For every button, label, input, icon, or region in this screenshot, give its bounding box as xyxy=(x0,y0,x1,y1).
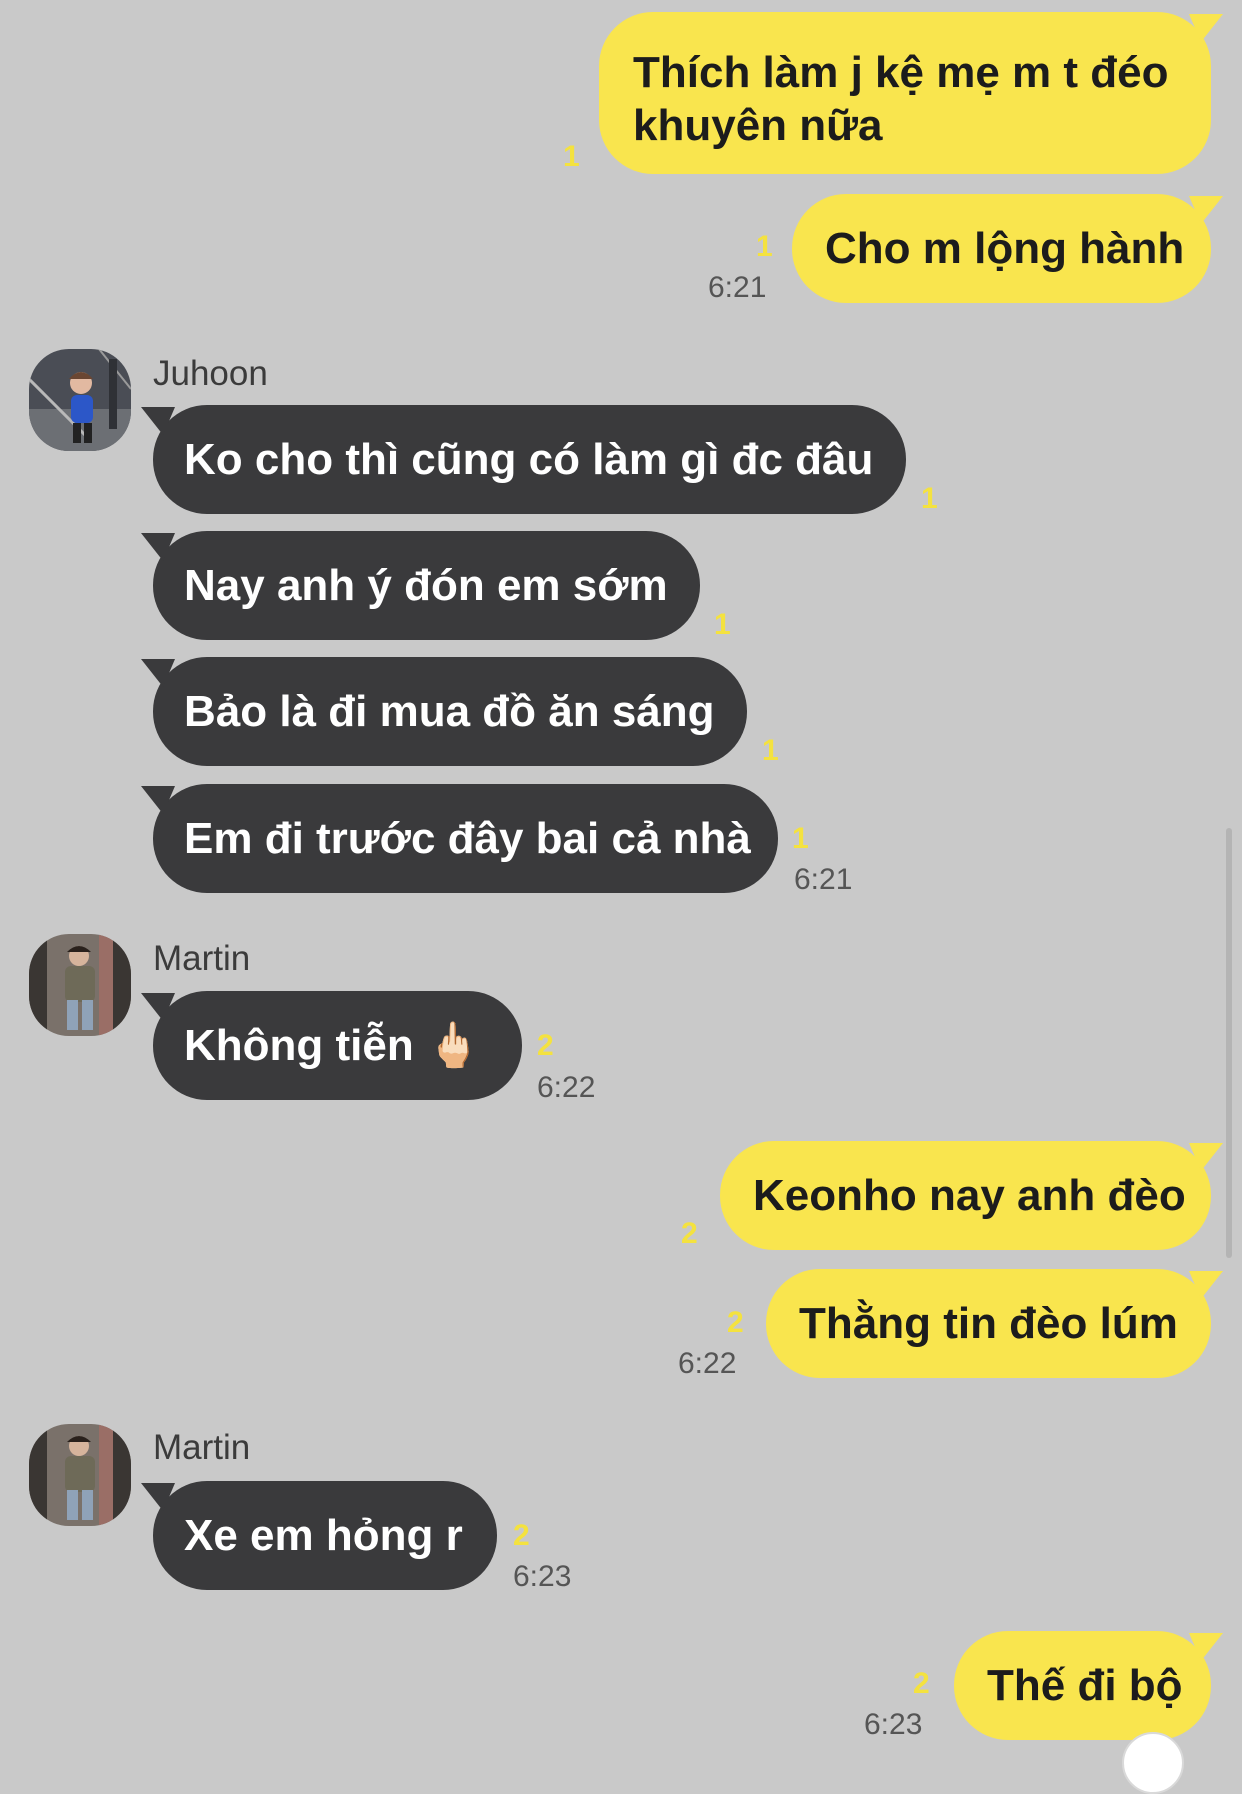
sender-name: Martin xyxy=(153,1428,251,1467)
message-timestamp: 6:21 xyxy=(708,271,767,304)
message-text: Nay anh ý đón em sớm xyxy=(184,561,668,610)
unread-count: 2 xyxy=(727,1306,744,1339)
scroll-to-bottom-button[interactable] xyxy=(1122,1732,1184,1794)
message-timestamp: 6:23 xyxy=(864,1708,923,1741)
message-text: Thằng tin đèo lúm xyxy=(799,1299,1178,1348)
incoming-message-bubble[interactable]: Ko cho thì cũng có làm gì đc đâu xyxy=(153,405,906,514)
juhoon-avatar[interactable] xyxy=(29,349,131,451)
unread-count: 2 xyxy=(537,1029,554,1062)
incoming-message-bubble[interactable]: Nay anh ý đón em sớm xyxy=(153,531,700,640)
message-text: Keonho nay anh đèo xyxy=(753,1171,1186,1220)
message-text-line: Thích làm j kệ mẹ m t đéo xyxy=(633,48,1169,97)
unread-count: 1 xyxy=(714,608,731,641)
sender-name: Juhoon xyxy=(153,354,268,393)
scrollbar[interactable] xyxy=(1226,828,1232,1258)
message-timestamp: 6:22 xyxy=(537,1071,596,1104)
message-timestamp: 6:23 xyxy=(513,1560,572,1593)
outgoing-message-bubble[interactable]: Thích làm j kệ mẹ m t đéo khuyên nữa xyxy=(599,12,1211,174)
message-timestamp: 6:22 xyxy=(678,1347,737,1380)
message-text: Không tiễn 🖕🏻 xyxy=(184,1021,481,1070)
unread-count: 2 xyxy=(913,1667,930,1700)
avatar-photo xyxy=(29,934,131,1036)
sender-name: Martin xyxy=(153,939,251,978)
message-timestamp: 6:21 xyxy=(794,863,853,896)
incoming-message-bubble[interactable]: Không tiễn 🖕🏻 xyxy=(153,991,522,1100)
unread-count: 1 xyxy=(756,230,773,263)
unread-count: 1 xyxy=(792,822,809,855)
martin-avatar[interactable] xyxy=(29,934,131,1036)
outgoing-message-bubble[interactable]: Thằng tin đèo lúm xyxy=(766,1269,1211,1378)
unread-count: 2 xyxy=(513,1519,530,1552)
message-text: Ko cho thì cũng có làm gì đc đâu xyxy=(184,435,874,484)
incoming-message-bubble[interactable]: Bảo là đi mua đồ ăn sáng xyxy=(153,657,747,766)
incoming-message-bubble[interactable]: Xe em hỏng r xyxy=(153,1481,497,1590)
chat-message-list[interactable]: Thích làm j kệ mẹ m t đéo khuyên nữa 1 C… xyxy=(0,0,1242,1794)
unread-count: 1 xyxy=(921,482,938,515)
outgoing-message-bubble[interactable]: Keonho nay anh đèo xyxy=(720,1141,1211,1250)
martin-avatar[interactable] xyxy=(29,1424,131,1526)
unread-count: 1 xyxy=(762,734,779,767)
message-text: Xe em hỏng r xyxy=(184,1511,463,1560)
message-text: Em đi trước đây bai cả nhà xyxy=(184,814,751,863)
avatar-photo xyxy=(29,349,131,451)
unread-count: 1 xyxy=(563,140,580,173)
outgoing-message-bubble[interactable]: Cho m lộng hành xyxy=(792,194,1211,303)
unread-count: 2 xyxy=(681,1217,698,1250)
outgoing-message-bubble[interactable]: Thế đi bộ xyxy=(954,1631,1211,1740)
message-text: Bảo là đi mua đồ ăn sáng xyxy=(184,687,715,736)
avatar-photo xyxy=(29,1424,131,1526)
message-text: Cho m lộng hành xyxy=(825,224,1185,273)
incoming-message-bubble[interactable]: Em đi trước đây bai cả nhà xyxy=(153,784,778,893)
message-text: Thế đi bộ xyxy=(987,1661,1183,1710)
message-text-line: khuyên nữa xyxy=(633,101,883,150)
